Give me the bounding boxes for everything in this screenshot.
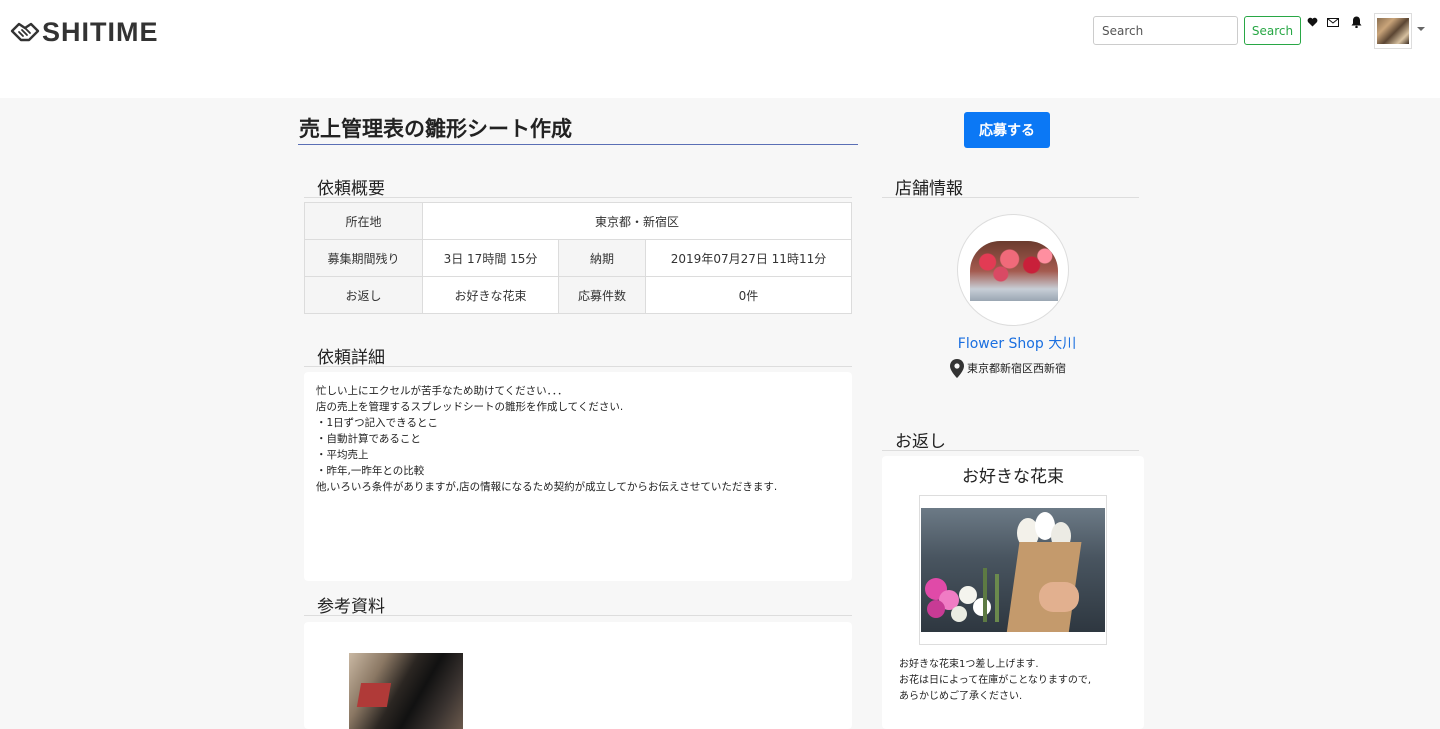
apply-button[interactable]: 応募する <box>964 112 1050 148</box>
overview-table: 所在地 東京都・新宿区 募集期間残り 3日 17時間 15分 納期 2019年0… <box>304 202 852 314</box>
section-heading-references: 参考資料 <box>304 592 852 617</box>
map-pin-icon <box>950 358 964 378</box>
mail-icon[interactable] <box>1326 15 1340 29</box>
section-heading-overview: 依頼概要 <box>304 174 852 199</box>
shop-address-text: 東京都新宿区西新宿 <box>967 362 1066 375</box>
search-input[interactable] <box>1093 16 1238 45</box>
heart-icon[interactable] <box>1305 15 1319 29</box>
avatar-image <box>1377 18 1409 44</box>
reward-label: お返し <box>304 276 423 314</box>
bell-icon[interactable] <box>1349 15 1363 29</box>
gift-description: お好きな花束1つ差し上げます. お花は日によって在庫がことなりますので, あらか… <box>899 657 1091 705</box>
details-line: ・平均売上 <box>316 449 369 461</box>
location-value: 東京都・新宿区 <box>422 202 852 240</box>
details-line: ・1日ずつ記入できるとこ <box>316 417 438 429</box>
details-line: ・自動計算であること <box>316 433 421 445</box>
section-heading-gift: お返し <box>882 427 1139 452</box>
details-card: 忙しい上にエクセルが苦手なため助けてください．．． 店の売上を管理するスプレッド… <box>304 372 852 581</box>
section-heading-details: 依頼詳細 <box>304 343 852 368</box>
location-label: 所在地 <box>304 202 423 240</box>
gift-image-graphic <box>921 508 1105 632</box>
details-line: 他,いろいろ条件がありますが,店の情報になるため契約が成立してからお伝えさせてい… <box>316 481 778 493</box>
laptop-screen-graphic <box>356 683 392 707</box>
top-navbar: SHITIME Search <box>0 0 1440 98</box>
table-row: お返し お好きな花束 応募件数 0件 <box>304 276 852 314</box>
period-label: 募集期間残り <box>304 239 423 277</box>
shop-avatar[interactable] <box>957 214 1069 326</box>
user-avatar[interactable] <box>1374 13 1412 49</box>
table-row: 所在地 東京都・新宿区 <box>304 202 852 240</box>
details-text: 忙しい上にエクセルが苦手なため助けてください．．． 店の売上を管理するスプレッド… <box>316 383 840 495</box>
deadline-label: 納期 <box>558 239 646 277</box>
search-button[interactable]: Search <box>1244 16 1301 45</box>
handshake-logo-icon <box>10 22 40 42</box>
applicants-label: 応募件数 <box>558 276 646 314</box>
details-line: 店の売上を管理するスプレッドシートの雛形を作成してください. <box>316 401 624 413</box>
deadline-value: 2019年07月27日 11時11分 <box>645 239 852 277</box>
logo-text: SHITIME <box>42 16 159 47</box>
gift-image[interactable] <box>919 495 1107 645</box>
shop-name-link[interactable]: Flower Shop 大川 <box>895 333 1139 353</box>
shop-avatar-image <box>970 241 1058 301</box>
gift-card: お好きな花束 お好きな花束1つ差し上げます. お花は日によって在庫がことなります… <box>882 456 1144 729</box>
period-value: 3日 17時間 15分 <box>422 239 559 277</box>
details-line: ・昨年,一昨年との比較 <box>316 465 425 477</box>
gift-name: お好きな花束 <box>962 467 1064 487</box>
reward-value: お好きな花束 <box>422 276 559 314</box>
section-heading-shop: 店舗情報 <box>882 174 1139 199</box>
details-line: 忙しい上にエクセルが苦手なため助けてください．．． <box>316 385 568 397</box>
gift-line: お花は日によって在庫がことなりますので, <box>899 675 1092 686</box>
page-title: 売上管理表の雛形シート作成 <box>298 113 858 145</box>
gift-line: お好きな花束1つ差し上げます. <box>899 659 1039 670</box>
chevron-down-icon[interactable] <box>1417 27 1425 31</box>
reference-image[interactable] <box>349 653 463 729</box>
gift-line: あらかじめご了承ください. <box>899 691 1023 702</box>
site-logo[interactable]: SHITIME <box>10 17 159 47</box>
applicants-value: 0件 <box>645 276 852 314</box>
shop-address: 東京都新宿区西新宿 <box>950 358 1066 378</box>
table-row: 募集期間残り 3日 17時間 15分 納期 2019年07月27日 11時11分 <box>304 239 852 277</box>
